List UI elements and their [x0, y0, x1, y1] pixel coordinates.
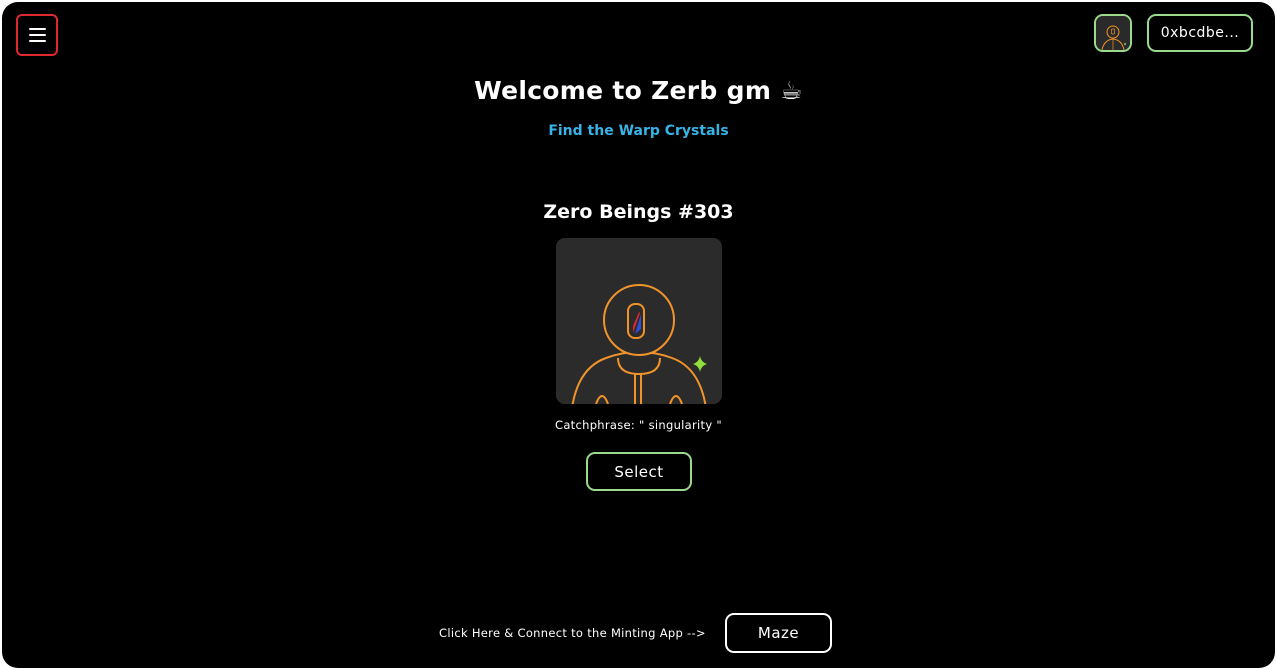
nft-name: Zero Beings #303	[543, 201, 734, 223]
app-window: 0xbcdbe... Welcome to Zerb gm ☕ Find the…	[2, 2, 1275, 668]
nft-image	[556, 238, 722, 404]
select-button[interactable]: Select	[586, 452, 692, 491]
hamburger-menu-icon	[28, 28, 46, 42]
maze-button[interactable]: Maze	[725, 613, 832, 653]
page-title: Welcome to Zerb gm ☕	[474, 76, 803, 105]
avatar-button[interactable]	[1094, 14, 1132, 52]
menu-button[interactable]	[16, 14, 58, 56]
wallet-address-button[interactable]: 0xbcdbe...	[1147, 14, 1253, 52]
minting-app-connect-text: Click Here & Connect to the Minting App …	[439, 626, 706, 640]
warp-crystals-link[interactable]: Find the Warp Crystals	[2, 123, 1275, 139]
astronaut-nft-image	[556, 238, 722, 404]
zero-being-avatar-icon	[1096, 16, 1130, 50]
catchphrase: Catchphrase: " singularity "	[555, 418, 722, 432]
